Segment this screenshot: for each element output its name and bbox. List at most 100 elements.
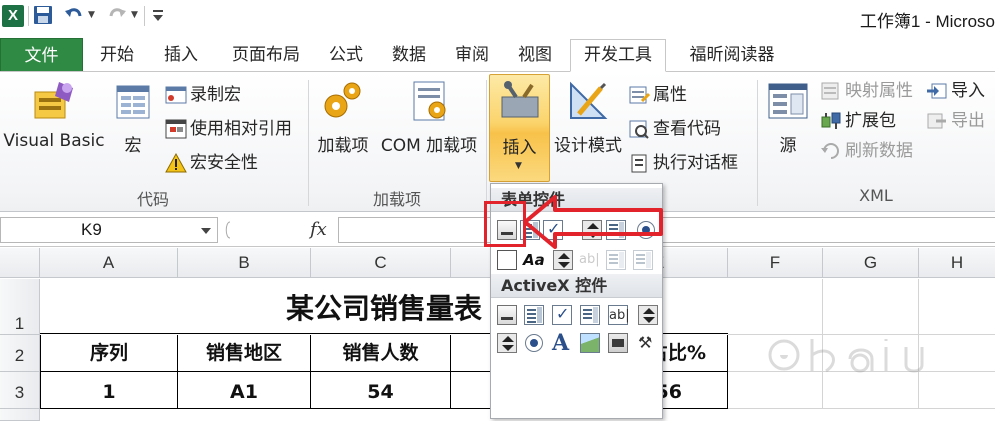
form-scroll-bar-icon[interactable] bbox=[553, 250, 573, 270]
xml-export-button[interactable]: 导出 bbox=[926, 108, 985, 134]
chevron-down-icon: ▼ bbox=[515, 161, 522, 171]
activex-image-icon[interactable] bbox=[580, 333, 600, 353]
visual-basic-label: Visual Basic bbox=[3, 131, 105, 151]
activex-spin-button-icon[interactable] bbox=[497, 333, 517, 353]
insert-controls-button[interactable]: 插入 ▼ bbox=[489, 74, 550, 182]
design-mode-button[interactable]: 设计模式 bbox=[552, 78, 624, 156]
group-divider bbox=[486, 80, 487, 206]
expansion-packs-button[interactable]: 扩展包 bbox=[820, 108, 896, 134]
toolbar-divider bbox=[28, 6, 29, 26]
form-combo-drop-icon[interactable] bbox=[633, 250, 653, 270]
run-dialog-label: 执行对话框 bbox=[653, 153, 738, 173]
customize-toolbar-icon[interactable] bbox=[152, 8, 164, 22]
view-code-button[interactable]: 查看代码 bbox=[628, 116, 721, 142]
annotation-arrow-icon bbox=[523, 195, 663, 249]
visual-basic-icon bbox=[34, 82, 73, 119]
toolbox-icon bbox=[501, 81, 539, 118]
tab-foxit-reader[interactable]: 福昕阅读器 bbox=[676, 40, 788, 70]
refresh-data-button[interactable]: 刷新数据 bbox=[820, 138, 913, 164]
tab-view[interactable]: 视图 bbox=[510, 40, 560, 70]
toolbar-divider bbox=[144, 6, 145, 26]
relative-references-icon bbox=[165, 119, 187, 139]
xml-source-button[interactable]: 源 bbox=[762, 78, 814, 156]
run-dialog-button[interactable]: 执行对话框 bbox=[628, 150, 738, 176]
view-code-label: 查看代码 bbox=[653, 119, 721, 139]
map-properties-button[interactable]: 映射属性 bbox=[820, 78, 913, 104]
visual-basic-button[interactable]: Visual Basic bbox=[2, 78, 106, 151]
row-header[interactable] bbox=[0, 409, 40, 421]
add-ins-group-label: 加载项 bbox=[372, 190, 421, 209]
redo-icon[interactable] bbox=[107, 5, 127, 25]
activex-combo-box-icon[interactable] bbox=[524, 305, 544, 325]
properties-icon bbox=[629, 86, 650, 104]
xml-import-button[interactable]: 导入 bbox=[926, 78, 985, 104]
add-ins-button[interactable]: 加载项 bbox=[312, 78, 374, 156]
column-header[interactable]: B bbox=[178, 248, 311, 278]
baidu-jingyan-watermark bbox=[768, 339, 924, 373]
table-header-cell[interactable]: 序列 bbox=[40, 335, 178, 372]
formula-bar-grip-icon[interactable] bbox=[222, 221, 242, 239]
activex-toggle-button-icon[interactable] bbox=[608, 333, 628, 353]
record-macro-icon bbox=[165, 86, 187, 104]
row-header[interactable]: 1 bbox=[0, 279, 40, 335]
com-add-ins-button[interactable]: COM 加载项 bbox=[374, 78, 484, 156]
record-macro-button[interactable]: 录制宏 bbox=[165, 82, 241, 108]
quick-access-toolbar: ▼ ▼ 工作簿1 - Microso bbox=[0, 0, 995, 34]
form-group-box-icon[interactable] bbox=[497, 250, 517, 270]
column-header[interactable]: A bbox=[40, 248, 178, 278]
excel-logo-icon[interactable] bbox=[2, 5, 24, 27]
import-icon bbox=[927, 83, 947, 99]
tab-file[interactable]: 文件 bbox=[0, 38, 83, 72]
table-cell[interactable]: 54 bbox=[311, 372, 451, 409]
redo-dropdown-icon[interactable]: ▼ bbox=[131, 10, 138, 20]
gears-icon bbox=[324, 82, 361, 118]
select-all-corner[interactable] bbox=[0, 248, 40, 278]
form-combo-list-icon[interactable] bbox=[606, 250, 626, 270]
activex-text-box-icon[interactable]: ab| bbox=[608, 305, 630, 325]
column-header[interactable]: F bbox=[728, 248, 823, 278]
activex-list-box-icon[interactable] bbox=[580, 305, 600, 325]
form-text-field-icon[interactable]: ab| bbox=[579, 250, 600, 270]
activex-command-button-icon[interactable] bbox=[497, 305, 517, 325]
com-add-ins-icon bbox=[413, 81, 446, 121]
tab-home[interactable]: 开始 bbox=[92, 40, 142, 70]
use-relative-references-button[interactable]: 使用相对引用 bbox=[165, 116, 292, 142]
activex-check-box-icon[interactable] bbox=[552, 304, 572, 325]
column-header[interactable]: C bbox=[311, 248, 451, 278]
relative-references-label: 使用相对引用 bbox=[190, 119, 292, 139]
name-box-value: K9 bbox=[81, 220, 102, 239]
table-cell[interactable]: 1 bbox=[40, 372, 178, 409]
tab-insert[interactable]: 插入 bbox=[156, 40, 206, 70]
record-macro-label: 录制宏 bbox=[190, 85, 241, 105]
undo-dropdown-icon[interactable]: ▼ bbox=[88, 10, 95, 20]
column-header[interactable]: G bbox=[823, 248, 919, 278]
tab-data[interactable]: 数据 bbox=[384, 40, 434, 70]
macros-button[interactable]: 宏 bbox=[110, 78, 156, 156]
row-header[interactable]: 3 bbox=[0, 372, 40, 409]
table-header-cell[interactable]: 销售地区 bbox=[178, 335, 311, 372]
column-header[interactable]: H bbox=[919, 248, 995, 278]
insert-function-icon[interactable]: fx bbox=[310, 219, 327, 240]
row-header[interactable]: 2 bbox=[0, 335, 40, 372]
tab-page-layout[interactable]: 页面布局 bbox=[220, 40, 312, 70]
properties-label: 属性 bbox=[653, 85, 687, 105]
map-properties-label: 映射属性 bbox=[845, 81, 913, 101]
activex-scroll-bar-icon[interactable] bbox=[638, 305, 658, 325]
activex-more-controls-icon[interactable]: ⚒ bbox=[638, 333, 658, 353]
xml-group-label: XML bbox=[859, 186, 893, 205]
macro-security-button[interactable]: 宏安全性 bbox=[165, 150, 258, 176]
properties-button[interactable]: 属性 bbox=[628, 82, 687, 108]
tab-formulas[interactable]: 公式 bbox=[321, 40, 371, 70]
tab-developer[interactable]: 开发工具 bbox=[570, 39, 666, 72]
tab-review[interactable]: 审阅 bbox=[447, 40, 497, 70]
activex-label-icon[interactable]: A bbox=[552, 332, 572, 354]
table-cell[interactable]: A1 bbox=[178, 372, 311, 409]
form-label-icon[interactable]: Aa bbox=[523, 250, 545, 270]
save-icon[interactable] bbox=[33, 5, 53, 25]
map-properties-icon bbox=[821, 82, 839, 100]
name-box[interactable]: K9 bbox=[0, 217, 218, 243]
activex-option-button-icon[interactable] bbox=[525, 334, 543, 352]
table-header-cell[interactable]: 销售人数 bbox=[311, 335, 451, 372]
undo-icon[interactable] bbox=[64, 5, 84, 25]
name-box-dropdown-icon[interactable] bbox=[201, 228, 211, 234]
